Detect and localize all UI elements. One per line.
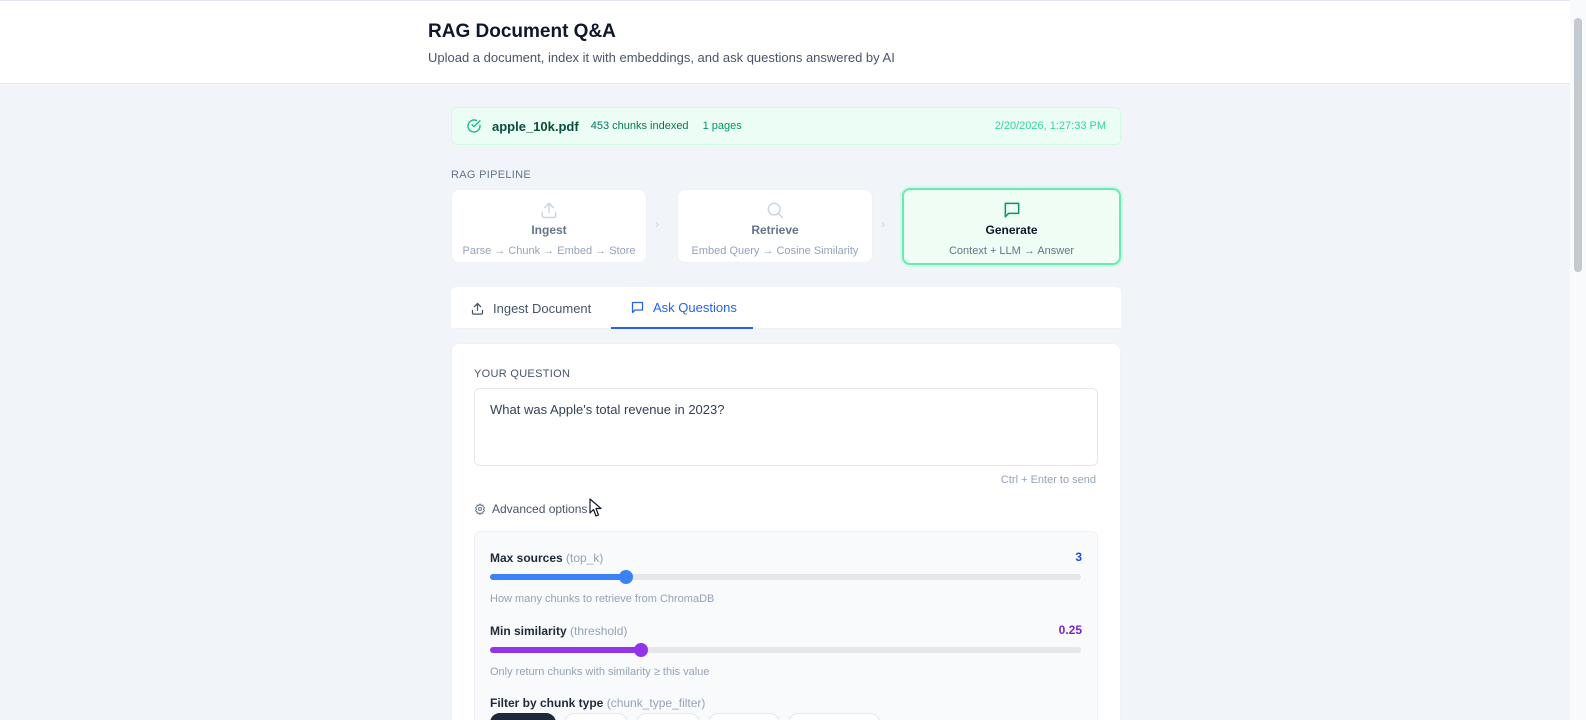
advanced-options-label: Advanced options xyxy=(492,502,588,516)
main-tabs: Ingest Document Ask Questions xyxy=(451,287,1121,329)
tab-ingest-document[interactable]: Ingest Document xyxy=(470,287,591,329)
chunk-count: 453 chunks indexed xyxy=(590,120,689,132)
app-subtitle: Upload a document, index it with embeddi… xyxy=(428,50,895,65)
chat-icon xyxy=(631,301,644,313)
max-sources-slider[interactable] xyxy=(490,570,1081,584)
rag-pipeline: Ingest Parse → Chunk → Embed → Store › R… xyxy=(451,188,1121,265)
advanced-options-panel: Max sources (top_k) 3 How many chunks to… xyxy=(474,531,1098,720)
pipeline-step-generate: Generate Context + LLM → Answer xyxy=(902,188,1121,265)
chunk-type-filter-chips xyxy=(490,713,990,720)
chunk-filter-chip[interactable] xyxy=(708,713,780,720)
pipeline-step-name: Generate xyxy=(985,223,1038,237)
min-similarity-title: Min similarity xyxy=(490,624,567,638)
gear-icon xyxy=(474,503,486,515)
app-header: RAG Document Q&A Upload a document, inde… xyxy=(0,0,1570,84)
pipeline-step-name: Retrieve xyxy=(751,223,799,237)
check-circle-icon xyxy=(467,119,481,133)
upload-icon xyxy=(471,302,484,315)
tab-ask-questions[interactable]: Ask Questions xyxy=(611,287,753,329)
tab-label: Ask Questions xyxy=(653,299,737,315)
min-similarity-slider-thumb[interactable] xyxy=(633,643,648,657)
document-status-bar: apple_10k.pdf 453 chunks indexed 1 pages… xyxy=(451,107,1121,145)
ask-questions-panel: YOUR QUESTION Ctrl + Enter to send Advan… xyxy=(451,343,1121,720)
question-input[interactable] xyxy=(474,388,1098,466)
advanced-options-toggle[interactable]: Advanced options xyxy=(474,502,587,516)
pipeline-step-desc: Parse → Chunk → Embed → Store xyxy=(462,245,636,257)
page-scrollbar[interactable] xyxy=(1570,0,1586,720)
min-similarity-slider-fill xyxy=(490,647,641,653)
app-title: RAG Document Q&A xyxy=(428,21,616,42)
pipeline-step-ingest: Ingest Parse → Chunk → Embed → Store xyxy=(451,189,647,263)
max-sources-param: (top_k) xyxy=(566,551,604,565)
document-filename: apple_10k.pdf xyxy=(492,118,579,134)
chunk-filter-label: Filter by chunk type (chunk_type_filter) xyxy=(490,696,705,710)
send-shortcut-hint: Ctrl + Enter to send xyxy=(1000,474,1096,486)
max-sources-value: 3 xyxy=(1075,550,1082,564)
min-similarity-value: 0.25 xyxy=(1058,623,1082,637)
scrollbar-thumb[interactable] xyxy=(1574,18,1582,272)
chunk-filter-chip[interactable] xyxy=(564,713,628,720)
question-label: YOUR QUESTION xyxy=(474,368,571,380)
chunk-filter-chip[interactable] xyxy=(490,713,556,720)
tab-label: Ingest Document xyxy=(493,300,592,316)
min-similarity-label: Min similarity (threshold) xyxy=(490,624,627,638)
min-similarity-help: Only return chunks with similarity ≥ thi… xyxy=(490,666,710,678)
chat-icon xyxy=(1004,202,1019,218)
min-similarity-slider[interactable] xyxy=(490,643,1081,657)
chunk-filter-param: (chunk_type_filter) xyxy=(606,696,706,710)
chunk-filter-title: Filter by chunk type xyxy=(490,696,604,710)
max-sources-slider-thumb[interactable] xyxy=(618,570,633,584)
header-content: RAG Document Q&A Upload a document, inde… xyxy=(428,21,895,65)
max-sources-help: How many chunks to retrieve from ChromaD… xyxy=(490,593,715,605)
max-sources-title: Max sources xyxy=(490,551,563,565)
page-count: 1 pages xyxy=(702,120,742,132)
mouse-cursor-icon xyxy=(589,498,602,517)
upload-icon xyxy=(541,202,557,219)
max-sources-slider-fill xyxy=(490,574,626,580)
indexed-timestamp: 2/20/2026, 1:27:33 PM xyxy=(994,120,1106,132)
pipeline-step-name: Ingest xyxy=(531,223,567,237)
chunk-filter-chip[interactable] xyxy=(788,713,880,720)
max-sources-label: Max sources (top_k) xyxy=(490,551,603,565)
pipeline-step-desc: Embed Query → Cosine Similarity xyxy=(691,245,859,257)
pipeline-label: RAG PIPELINE xyxy=(451,169,532,181)
main-content: apple_10k.pdf 453 chunks indexed 1 pages… xyxy=(451,107,1121,720)
pipeline-arrow-icon: › xyxy=(881,217,885,231)
search-icon xyxy=(767,202,784,219)
pipeline-step-desc: Context + LLM → Answer xyxy=(948,245,1075,257)
chunk-filter-chip[interactable] xyxy=(636,713,700,720)
pipeline-step-retrieve: Retrieve Embed Query → Cosine Similarity xyxy=(677,189,873,263)
pipeline-arrow-icon: › xyxy=(655,217,659,231)
min-similarity-param: (threshold) xyxy=(570,624,628,638)
